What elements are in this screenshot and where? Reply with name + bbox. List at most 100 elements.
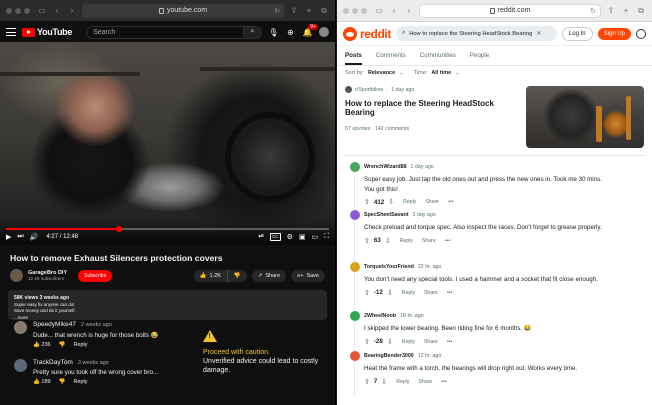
more-options-icon[interactable]: ••• bbox=[445, 238, 450, 244]
play-icon[interactable]: ▶ bbox=[6, 233, 11, 241]
share-button[interactable]: Share bbox=[422, 238, 436, 244]
comment-avatar[interactable] bbox=[350, 210, 360, 220]
settings-icon[interactable]: ⚙ bbox=[287, 233, 293, 241]
tabs-icon[interactable]: ⧉ bbox=[636, 6, 646, 16]
downvote-icon[interactable]: ⇩ bbox=[381, 378, 387, 386]
new-tab-icon[interactable]: + bbox=[304, 6, 314, 15]
reply-button[interactable]: Reply bbox=[403, 199, 416, 205]
window-controls[interactable] bbox=[6, 7, 30, 14]
reply-button[interactable]: Reply bbox=[73, 342, 87, 348]
create-icon[interactable]: ⊕ bbox=[285, 28, 296, 37]
next-icon[interactable]: ⏭ bbox=[17, 233, 23, 241]
downvote-icon[interactable]: ⇩ bbox=[387, 289, 393, 297]
autoplay-icon[interactable]: ⏯ bbox=[258, 233, 264, 241]
search-result-post[interactable]: r/Sportbikes · 1 day ago How to replace … bbox=[345, 86, 644, 156]
upvote-icon[interactable]: ⇧ bbox=[364, 289, 370, 297]
upvote-icon[interactable]: ⇧ bbox=[364, 378, 370, 386]
share-button[interactable]: Share bbox=[418, 379, 432, 385]
mic-icon[interactable]: 🎙 bbox=[268, 28, 279, 37]
comment-avatar[interactable] bbox=[350, 262, 360, 272]
clear-icon[interactable]: ✕ bbox=[536, 30, 541, 37]
like-button[interactable]: 👍 189 bbox=[33, 379, 51, 385]
description-box[interactable]: 58K views 3 weeks ago Super easy fix any… bbox=[8, 290, 327, 320]
fullscreen-icon[interactable]: ⛶ bbox=[324, 233, 329, 241]
video-progress-bar[interactable] bbox=[6, 226, 329, 232]
sidebar-icon[interactable]: ▭ bbox=[37, 6, 47, 15]
reload-icon[interactable]: ↻ bbox=[590, 7, 596, 15]
post-thumbnail[interactable] bbox=[526, 86, 644, 148]
comment-user[interactable]: SpecSheetSavant bbox=[364, 212, 408, 218]
miniplayer-icon[interactable]: ▣ bbox=[299, 233, 306, 241]
share-button[interactable]: Share bbox=[425, 199, 439, 205]
sidebar-icon[interactable]: ▭ bbox=[374, 6, 384, 15]
dislike-button[interactable]: 👎 bbox=[227, 269, 247, 282]
downvote-icon[interactable]: ⇩ bbox=[385, 237, 391, 245]
forward-icon[interactable]: › bbox=[67, 6, 77, 15]
reply-button[interactable]: Reply bbox=[400, 238, 413, 244]
comment-user[interactable]: TrackDayTom bbox=[33, 359, 73, 366]
youtube-logo[interactable]: YouTube bbox=[22, 27, 72, 37]
reddit-logo[interactable]: reddit bbox=[343, 26, 391, 41]
window-controls[interactable] bbox=[343, 7, 367, 14]
share-icon[interactable]: ⇪ bbox=[289, 6, 299, 15]
back-icon[interactable]: ‹ bbox=[52, 6, 62, 15]
sort-dropdown[interactable]: Relevance bbox=[368, 70, 395, 76]
theater-icon[interactable]: ▭ bbox=[311, 233, 318, 241]
captions-icon[interactable]: CC bbox=[270, 233, 281, 241]
comment-avatar[interactable] bbox=[350, 311, 360, 321]
upvote-icon[interactable]: ⇧ bbox=[364, 237, 370, 245]
upvote-icon[interactable]: ⇧ bbox=[364, 198, 370, 206]
back-icon[interactable]: ‹ bbox=[389, 6, 399, 15]
save-button[interactable]: ≡+ Save bbox=[291, 269, 325, 282]
reply-button[interactable]: Reply bbox=[396, 379, 409, 385]
address-bar[interactable]: reddit.com ↻ bbox=[419, 3, 601, 18]
user-icon[interactable] bbox=[636, 28, 646, 39]
channel-avatar[interactable] bbox=[10, 269, 23, 282]
reply-button[interactable]: Reply bbox=[402, 290, 415, 296]
avatar[interactable] bbox=[319, 27, 329, 37]
post-title[interactable]: How to replace the Steering HeadStock Be… bbox=[345, 99, 505, 117]
tab-communities[interactable]: Communities bbox=[420, 52, 456, 65]
reply-button[interactable]: Reply bbox=[73, 379, 87, 385]
comment-user[interactable]: WrenchWizard88 bbox=[364, 164, 407, 170]
more-options-icon[interactable]: ••• bbox=[447, 339, 452, 345]
subreddit-name[interactable]: r/Sportbikes bbox=[355, 87, 383, 93]
tab-people[interactable]: People bbox=[470, 52, 489, 65]
comment-user[interactable]: 2WheelNoob bbox=[364, 313, 396, 319]
downvote-icon[interactable]: ⇩ bbox=[387, 338, 393, 346]
like-button[interactable]: 👍 1.2K bbox=[193, 269, 227, 282]
search-icon[interactable]: ⌕ bbox=[243, 26, 261, 38]
comment-avatar[interactable] bbox=[14, 321, 27, 334]
tab-posts[interactable]: Posts bbox=[345, 52, 362, 65]
dislike-button[interactable]: 👎 bbox=[59, 342, 66, 348]
more-options-icon[interactable]: ••• bbox=[448, 199, 453, 205]
more-options-icon[interactable]: ••• bbox=[441, 379, 446, 385]
comment-avatar[interactable] bbox=[14, 359, 27, 372]
new-tab-icon[interactable]: + bbox=[621, 6, 631, 15]
search-input[interactable]: Search ⌕ bbox=[86, 25, 262, 39]
forward-icon[interactable]: › bbox=[404, 6, 414, 15]
comment-user[interactable]: SpeedyMike47 bbox=[33, 321, 76, 328]
subscribe-button[interactable]: Subscribe bbox=[78, 269, 113, 282]
like-button[interactable]: 👍 236 bbox=[33, 342, 51, 348]
comment-user[interactable]: BearingBender3000 bbox=[364, 353, 414, 359]
upvote-icon[interactable]: ⇧ bbox=[364, 338, 370, 346]
tabs-icon[interactable]: ⧉ bbox=[319, 6, 329, 16]
volume-icon[interactable]: 🔊 bbox=[30, 233, 39, 241]
comment-avatar[interactable] bbox=[350, 351, 360, 361]
bell-icon[interactable]: 🔔 9+ bbox=[302, 23, 318, 37]
chevron-down-icon[interactable]: ⌄ bbox=[455, 70, 460, 76]
comment-avatar[interactable] bbox=[350, 162, 360, 172]
downvote-icon[interactable]: ⇩ bbox=[388, 198, 394, 206]
share-icon[interactable]: ⇪ bbox=[606, 6, 616, 15]
share-button[interactable]: Share bbox=[424, 339, 438, 345]
login-button[interactable]: Log In bbox=[561, 26, 593, 41]
search-input[interactable]: ⌕ How to replace the Steering HeadStock … bbox=[395, 26, 557, 41]
share-button[interactable]: ↗ Share bbox=[251, 269, 287, 282]
share-button[interactable]: Share bbox=[424, 290, 438, 296]
more-options-icon[interactable]: ••• bbox=[447, 290, 452, 296]
address-bar[interactable]: youtube.com ↻ bbox=[82, 3, 284, 18]
reload-icon[interactable]: ↻ bbox=[274, 7, 280, 15]
reply-button[interactable]: Reply bbox=[402, 339, 415, 345]
signup-button[interactable]: Sign Up bbox=[597, 27, 631, 40]
